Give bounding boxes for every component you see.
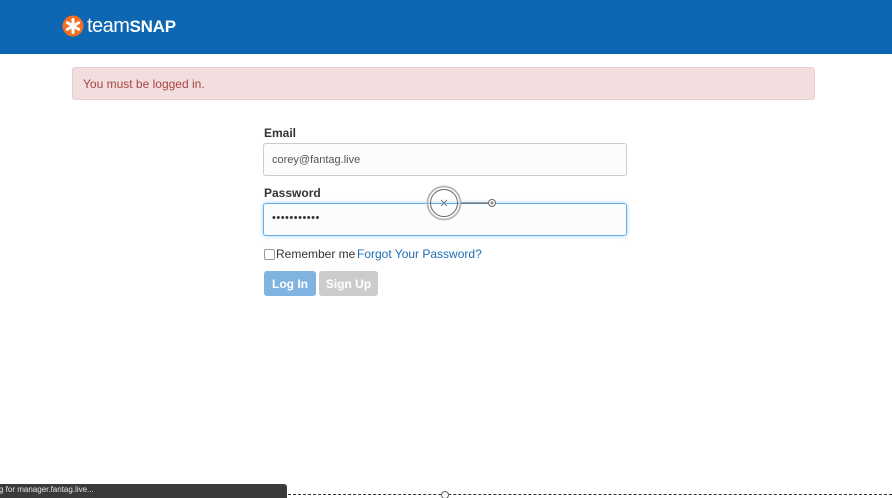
logo-word-team: team [87, 14, 130, 37]
top-header-bar: teamSNAP [0, 0, 892, 54]
password-field[interactable] [263, 203, 627, 236]
status-text: g for manager.fantag.live... [0, 485, 94, 494]
logo-word-snap: SNAP [129, 16, 176, 36]
asterisk-logo-icon [62, 15, 84, 37]
login-required-alert: You must be logged in. [72, 67, 815, 100]
browser-status-bar: g for manager.fantag.live... [0, 484, 287, 498]
remember-me-checkbox[interactable] [264, 249, 275, 260]
password-field-wrapper: ••••••••••• [263, 203, 627, 236]
forgot-password-link[interactable]: Forgot Your Password? [357, 247, 482, 261]
logo-wordmark: teamSNAP [87, 15, 176, 38]
alert-message: You must be logged in. [83, 77, 205, 91]
teamsnap-logo[interactable]: teamSNAP [62, 14, 176, 38]
login-page: teamSNAP You must be logged in. Email Pa… [0, 0, 892, 498]
dashed-divider [288, 494, 892, 495]
log-in-button[interactable]: Log In [264, 271, 316, 296]
drag-handle-icon[interactable] [441, 491, 449, 498]
email-label: Email [264, 126, 297, 140]
remember-me-label[interactable]: Remember me [276, 247, 355, 261]
sign-up-button[interactable]: Sign Up [319, 271, 378, 296]
password-label: Password [264, 186, 321, 200]
email-field[interactable] [263, 143, 627, 176]
login-form: Email Password ••••••••••• Remember me F… [263, 124, 629, 304]
remember-row: Remember me Forgot Your Password? [263, 246, 629, 262]
